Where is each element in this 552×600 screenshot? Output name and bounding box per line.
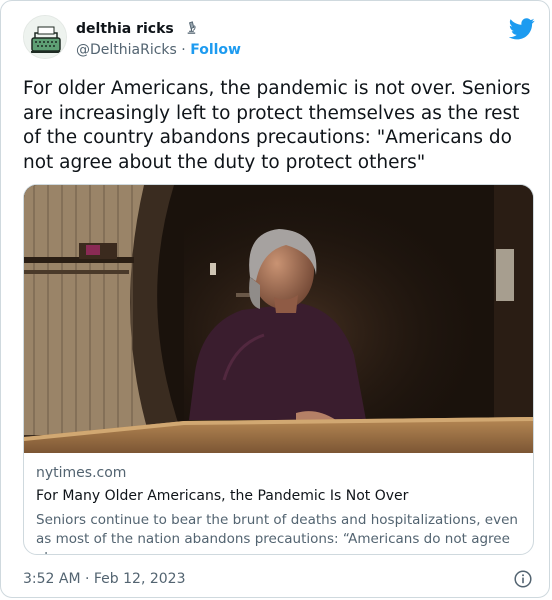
handle-row: @DelthiaRicks · Follow xyxy=(76,42,241,58)
timestamp[interactable]: 3:52 AM · Feb 12, 2023 xyxy=(23,571,185,587)
article-photo xyxy=(24,185,533,453)
microscope-icon xyxy=(183,20,198,39)
tweet-embed-card: delthia ricks @DelthiaRicks · Follow For… xyxy=(0,0,550,598)
tweet-text: For older Americans, the pandemic is not… xyxy=(23,78,531,173)
separator-dot: · xyxy=(181,42,186,58)
author-name[interactable]: delthia ricks xyxy=(76,20,198,39)
typewriter-avatar-image xyxy=(24,16,66,58)
link-preview-card[interactable]: nytimes.com For Many Older Americans, th… xyxy=(23,184,534,555)
link-title: For Many Older Americans, the Pandemic I… xyxy=(36,488,409,504)
avatar[interactable] xyxy=(23,15,67,59)
author-name-text: delthia ricks xyxy=(76,21,174,37)
follow-link[interactable]: Follow xyxy=(190,42,241,58)
link-domain: nytimes.com xyxy=(36,465,127,481)
twitter-bird-icon[interactable] xyxy=(508,18,535,44)
author-handle[interactable]: @DelthiaRicks xyxy=(76,42,177,58)
info-icon[interactable] xyxy=(514,570,532,588)
link-description: Seniors continue to bear the brunt of de… xyxy=(36,512,518,554)
